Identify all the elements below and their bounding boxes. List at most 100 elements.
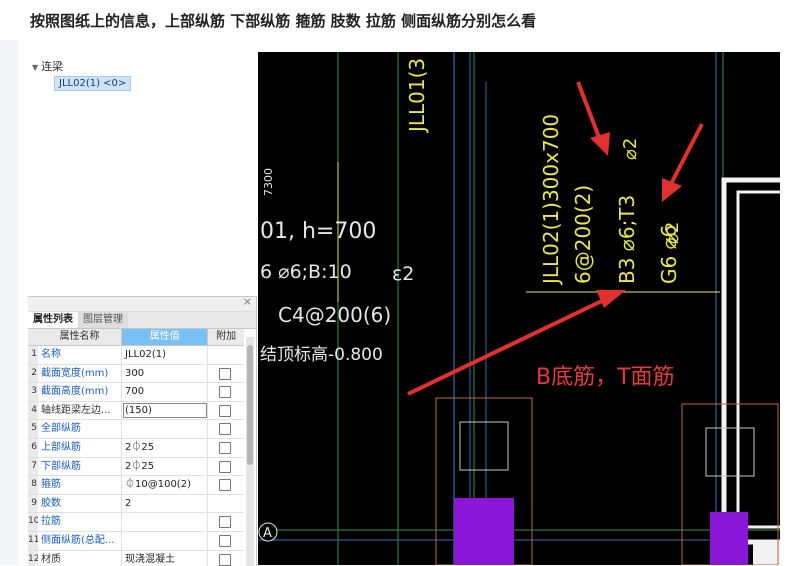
attach-checkbox[interactable]	[219, 386, 231, 399]
annotation-text: B底筋，T面筋	[536, 365, 675, 390]
property-extra	[208, 495, 244, 513]
expand-arrow-icon[interactable]: ▼	[32, 63, 38, 72]
wall-outline	[736, 190, 780, 529]
property-extra	[208, 346, 244, 364]
row-index: 5	[28, 420, 38, 438]
property-extra	[208, 402, 244, 420]
grid-header: 属性名称 属性值 附加	[28, 329, 244, 346]
magenta-block	[710, 512, 748, 565]
row-index: 12	[28, 550, 38, 566]
cad-text: C4@200(6)	[278, 303, 391, 327]
property-row[interactable]: 5 全部纵筋	[28, 420, 244, 439]
property-value[interactable]: 2⏀25	[122, 457, 208, 476]
panel-titlebar: ×	[28, 297, 256, 312]
row-index: 6	[28, 438, 38, 457]
attach-checkbox[interactable]	[219, 479, 231, 492]
panel-tabs: 属性列表 图层管理	[28, 312, 256, 329]
property-row[interactable]: 10拉筋	[28, 513, 244, 532]
attach-checkbox[interactable]	[219, 441, 231, 454]
attach-checkbox[interactable]	[219, 460, 231, 473]
row-index: 1	[28, 346, 38, 364]
property-value[interactable]: 现浇混凝土	[122, 550, 208, 566]
property-row[interactable]: 1 名称 JLL02(1)	[28, 346, 244, 365]
header-index	[28, 329, 38, 345]
row-index: 8	[28, 476, 38, 494]
row-index: 4	[28, 401, 38, 420]
property-row[interactable]: 4 轴线距梁左边... (150)	[28, 401, 244, 421]
property-grid: 属性名称 属性值 附加 1 名称 JLL02(1) 2 截面宽度(mm) 300 3 截面高度…	[28, 329, 244, 566]
property-value[interactable]	[122, 531, 208, 550]
property-extra	[208, 365, 244, 383]
tab-layer-manager[interactable]: 图层管理	[78, 312, 128, 328]
property-name: 名称	[38, 346, 122, 364]
attach-checkbox[interactable]	[219, 516, 231, 529]
property-value[interactable]: ⏀10@100(2)	[122, 476, 208, 494]
property-value[interactable]	[122, 513, 208, 531]
attach-checkbox[interactable]	[219, 534, 231, 547]
row-index: 2	[28, 364, 38, 383]
wall-block	[753, 540, 780, 565]
property-name: 拉筋	[38, 513, 122, 531]
attach-checkbox[interactable]	[219, 423, 231, 436]
red-arrow-1	[576, 81, 610, 156]
beam-label-jll02: JLL02(1)300x700	[539, 114, 563, 286]
property-row[interactable]: 8 箍筋 ⏀10@100(2)	[28, 476, 244, 495]
wall-outline	[721, 177, 780, 545]
property-value[interactable]: 2⏀25	[122, 438, 208, 457]
tree-panel: ▼ 连梁 JLL02(1) <0>	[28, 56, 253, 296]
cad-canvas: 7300 01, h=700 6 ⌀6;B:10 ε2 C4@200(6) 结顶…	[258, 52, 780, 565]
attach-checkbox[interactable]	[219, 367, 231, 380]
row-index: 7	[28, 457, 38, 476]
property-extra	[208, 476, 244, 494]
property-panel: × 属性列表 图层管理 属性名称 属性值 附加 1 名称 JLL02(1) 2 截面宽度…	[28, 296, 257, 566]
beam-label-jll01: JLL01(3	[405, 58, 429, 134]
row-index: 9	[28, 494, 38, 513]
tree-root-label: 连梁	[41, 60, 64, 73]
property-value[interactable]	[122, 420, 208, 438]
tree-node-lianliang[interactable]: ▼ 连梁	[32, 58, 63, 74]
property-extra	[208, 532, 244, 550]
red-arrow-2	[662, 123, 704, 202]
property-extra	[208, 458, 244, 476]
property-value[interactable]: JLL02(1)	[122, 346, 208, 364]
dimension-label: 7300	[262, 168, 275, 196]
property-row[interactable]: 12材质现浇混凝土	[28, 550, 244, 566]
property-row[interactable]: 3 截面高度(mm) 700	[28, 383, 244, 402]
header-value: 属性值	[122, 329, 209, 345]
scrollbar-thumb[interactable]	[247, 345, 253, 465]
panel-scrollbar[interactable]	[246, 337, 254, 566]
close-icon[interactable]: ×	[243, 297, 252, 308]
column-core	[705, 427, 755, 477]
axis-bubble-a: A	[258, 522, 278, 542]
property-row[interactable]: 6 上部纵筋 2⏀25	[28, 438, 244, 458]
left-gutter	[0, 40, 18, 565]
property-name: 轴线距梁左边...	[38, 401, 122, 420]
magenta-block	[454, 498, 514, 565]
property-name: 上部纵筋	[38, 438, 122, 457]
property-row[interactable]: 2 截面宽度(mm) 300	[28, 364, 244, 384]
cad-text: 结顶标高-0.800	[260, 345, 383, 365]
property-row[interactable]: 7 下部纵筋 2⏀25	[28, 457, 244, 477]
property-value[interactable]: 700	[122, 383, 208, 401]
property-name: 侧面纵筋(总配...	[38, 531, 122, 550]
tab-property-list[interactable]: 属性列表	[28, 312, 79, 328]
row-index: 11	[28, 531, 38, 550]
rebar-tag: ⌀2	[620, 138, 641, 160]
row-index: 10	[28, 513, 38, 531]
cad-text: ε2	[392, 263, 414, 285]
property-name: 箍筋	[38, 476, 122, 494]
question-title: 按照图纸上的信息，上部纵筋 下部纵筋 箍筋 肢数 拉筋 侧面纵筋分别怎么看	[30, 12, 537, 30]
attach-checkbox[interactable]	[219, 553, 231, 566]
axis-label: A	[263, 526, 272, 541]
property-row[interactable]: 9 胶数 2	[28, 494, 244, 514]
main-rebar-label: B3 ⌀6;T3	[615, 195, 639, 284]
property-name: 胶数	[38, 494, 122, 513]
property-extra	[208, 420, 244, 438]
property-value[interactable]: 300	[122, 364, 208, 383]
tree-item-jll02[interactable]: JLL02(1) <0>	[54, 76, 132, 91]
property-row[interactable]: 11侧面纵筋(总配...	[28, 531, 244, 551]
property-value[interactable]: (150)	[122, 401, 208, 420]
property-value[interactable]: 2	[122, 494, 208, 513]
attach-checkbox[interactable]	[219, 404, 231, 417]
cad-text: 01, h=700	[260, 219, 376, 244]
